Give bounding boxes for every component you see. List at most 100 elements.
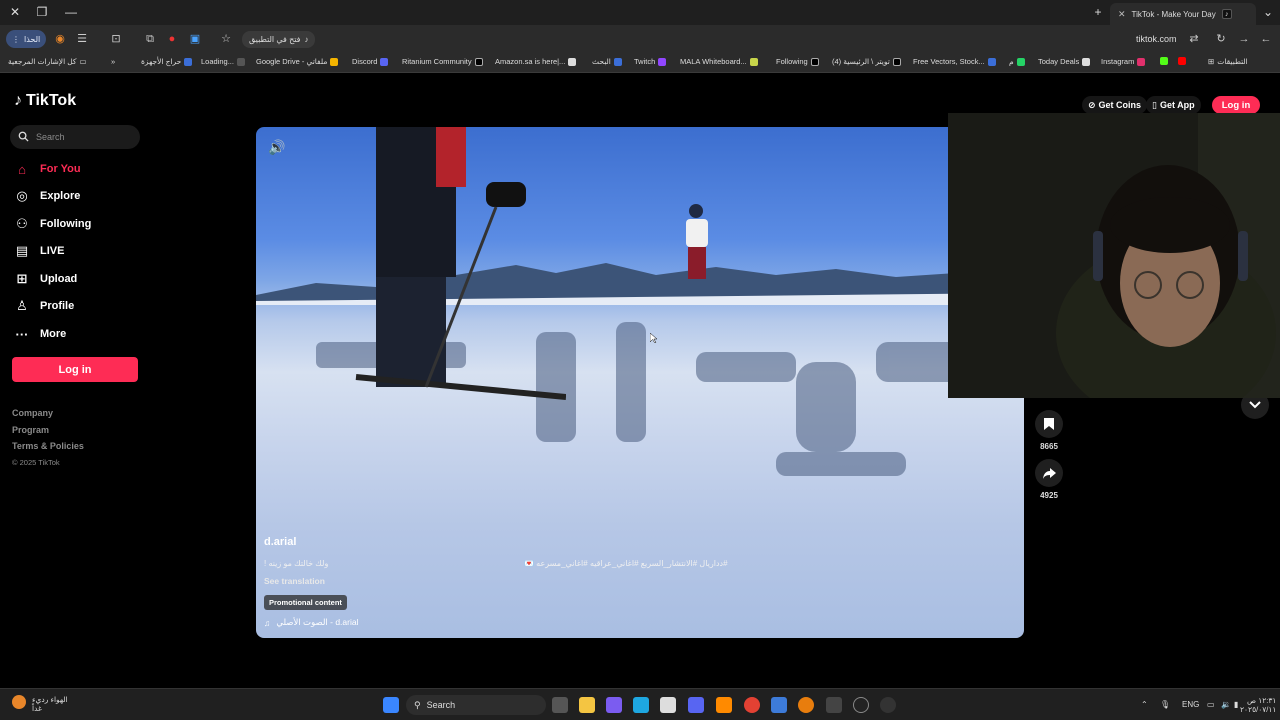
extension-orange-icon[interactable]: ◉ [52,31,68,47]
new-tab-icon[interactable]: + [1091,5,1105,19]
language-indicator[interactable]: ENG [1182,700,1199,709]
calendar-icon[interactable] [826,697,842,713]
nav-upload[interactable]: ⊞ Upload [14,269,78,289]
nav-for-you[interactable]: ⌂ For You [14,159,80,179]
kick-icon [1160,57,1168,65]
bookmark-youtube[interactable] [1178,57,1186,65]
bookmark-item[interactable]: Ritanium Community [402,57,483,66]
video-player[interactable]: 🔊 d.arial ولك خالتك مو زينه ! #دداريال #… [256,127,1024,638]
nav-live[interactable]: ▤ LIVE [14,241,65,261]
obs-icon[interactable] [880,697,896,713]
bookmark-item[interactable]: Twitch [634,57,667,66]
header-login-button[interactable]: Log in [1212,96,1260,114]
monitor-icon[interactable]: ▭ [1207,700,1215,709]
nav-following[interactable]: ⚇ Following [14,214,91,234]
edge-icon[interactable] [633,697,649,713]
extensions-puzzle-icon[interactable]: ⧉ [142,31,158,47]
taskbar-search[interactable]: ⚲ Search [406,695,546,715]
battery-icon[interactable]: ▮ [1234,700,1238,709]
open-in-app-chip[interactable]: فتح في التطبيق ♪ [242,31,316,48]
reload-icon[interactable]: ↻ [1213,31,1229,47]
sidebar-login-button[interactable]: Log in [12,357,138,382]
video-hashtags[interactable]: #دداريال #الانتشار_السريع #اغاني_عراقيه … [524,559,728,568]
video-author[interactable]: d.arial [264,536,296,548]
footer-program-link[interactable]: Program [12,425,49,435]
bookmark-icon[interactable] [1035,410,1063,438]
bookmarks-bar: كل الإشارات المرجعية ▭ » حراج الأجهزة Loa… [0,53,1280,73]
bookmark-item[interactable]: MALA Whiteboard... [680,57,758,66]
share-icon[interactable] [1035,459,1063,487]
nav-more[interactable]: ··· More [14,324,67,344]
bookmark-apps[interactable]: ⊞ التطبيقات [1208,57,1248,66]
see-translation-link[interactable]: See translation [264,576,325,586]
discord-taskbar-icon[interactable] [688,697,704,713]
clock[interactable]: ١٢:٣١ ص ٢٠٢٥/٠٧/١١ [1240,696,1276,714]
bookmark-item[interactable]: Today Deals [1038,57,1091,66]
file-explorer-icon[interactable] [579,697,595,713]
video-sound[interactable]: ♫ الصوت الأصلي - d.arial [264,617,359,628]
footer-terms-link[interactable]: Terms & Policies [12,441,84,451]
search-input[interactable]: Search [10,125,140,149]
bookmark-item[interactable]: Free Vectors, Stock... [913,57,996,66]
bookmark-item[interactable]: Loading... [201,57,245,66]
volume-tray-icon[interactable]: 🔉 [1221,700,1231,709]
weather-widget[interactable]: الهواء رديء غداً [12,695,68,713]
tiktok-logo[interactable]: ♪ TikTok [14,92,76,110]
discord-icon [380,57,389,66]
bookmark-all[interactable]: كل الإشارات المرجعية ▭ [8,57,87,66]
bookmark-item[interactable]: حراج الأجهزة [141,57,193,66]
bookmark-label: Loading... [201,57,234,66]
app-circle-icon[interactable] [853,697,869,713]
close-window-icon[interactable]: ✕ [8,5,22,19]
start-windows-icon[interactable] [383,697,399,713]
bookmark-favicon-icon [613,57,622,66]
nav-label: More [40,328,67,340]
nav-profile[interactable]: ♙ Profile [14,296,74,316]
share-action[interactable]: 4925 [1034,459,1064,500]
bookmark-star-icon[interactable]: ☆ [218,31,234,47]
volume-icon[interactable]: 🔊 [268,139,286,157]
task-view-icon[interactable] [552,697,568,713]
extension-list-icon[interactable]: ☰ [74,31,90,47]
forward-icon[interactable]: → [1236,31,1252,47]
bookmark-item[interactable]: Following [776,57,819,66]
tab-search-icon[interactable]: ⌄ [1261,5,1275,19]
minimize-window-icon[interactable]: — [64,5,78,19]
bookmark-item[interactable]: Google Drive - ملفاتي [256,57,339,66]
bookmark-label: Instagram [1101,57,1135,66]
bookmark-item[interactable]: م [1009,57,1025,66]
bookmarks-overflow[interactable]: » [111,57,115,66]
copilot-icon[interactable] [606,697,622,713]
bookmark-action[interactable]: 8665 [1034,410,1064,451]
nav-explore[interactable]: ◎ Explore [14,186,80,206]
blender-icon[interactable] [798,697,814,713]
bookmark-item[interactable]: Instagram [1101,57,1146,66]
get-app-button[interactable]: ▯ Get App [1146,96,1201,114]
address-bar-url[interactable]: tiktok.com [1136,34,1177,44]
extension-capture-icon[interactable]: ⊡ [108,31,124,47]
mail-icon[interactable] [771,697,787,713]
bookmark-item[interactable]: Discord [352,57,389,66]
live-icon: ▤ [15,243,29,258]
extension-blue-icon[interactable]: ▣ [187,31,203,47]
close-tab-icon[interactable]: ✕ [1118,9,1126,20]
bookmark-kick[interactable] [1160,57,1168,65]
chrome-icon[interactable] [744,697,760,713]
get-coins-button[interactable]: ⊘ Get Coins [1082,96,1148,114]
extension-red-icon[interactable]: ● [164,31,180,47]
bookmark-item[interactable]: تويتر \ الرئيسية (4) [832,57,901,66]
bookmark-item[interactable]: البحث [592,57,622,66]
illustrator-icon[interactable] [716,697,732,713]
bookmark-item[interactable]: Amazon.sa is here|... [495,57,577,66]
back-icon[interactable]: ← [1258,31,1274,47]
site-settings-icon[interactable]: ⇄ [1186,31,1202,47]
footer-company-link[interactable]: Company [12,408,53,418]
profile-button[interactable]: ⋮ الحذا [6,30,47,48]
bookmark-label: التطبيقات [1217,57,1248,66]
tray-chevron-icon[interactable]: ⌃ [1141,700,1148,709]
restore-window-icon[interactable]: ❐ [35,5,49,19]
tab-tiktok[interactable]: ✕ TikTok - Make Your Day ♪ [1110,3,1256,25]
get-coins-label: Get Coins [1098,100,1142,110]
store-icon[interactable] [660,697,676,713]
microphone-icon[interactable]: 🎙 [1160,700,1170,709]
